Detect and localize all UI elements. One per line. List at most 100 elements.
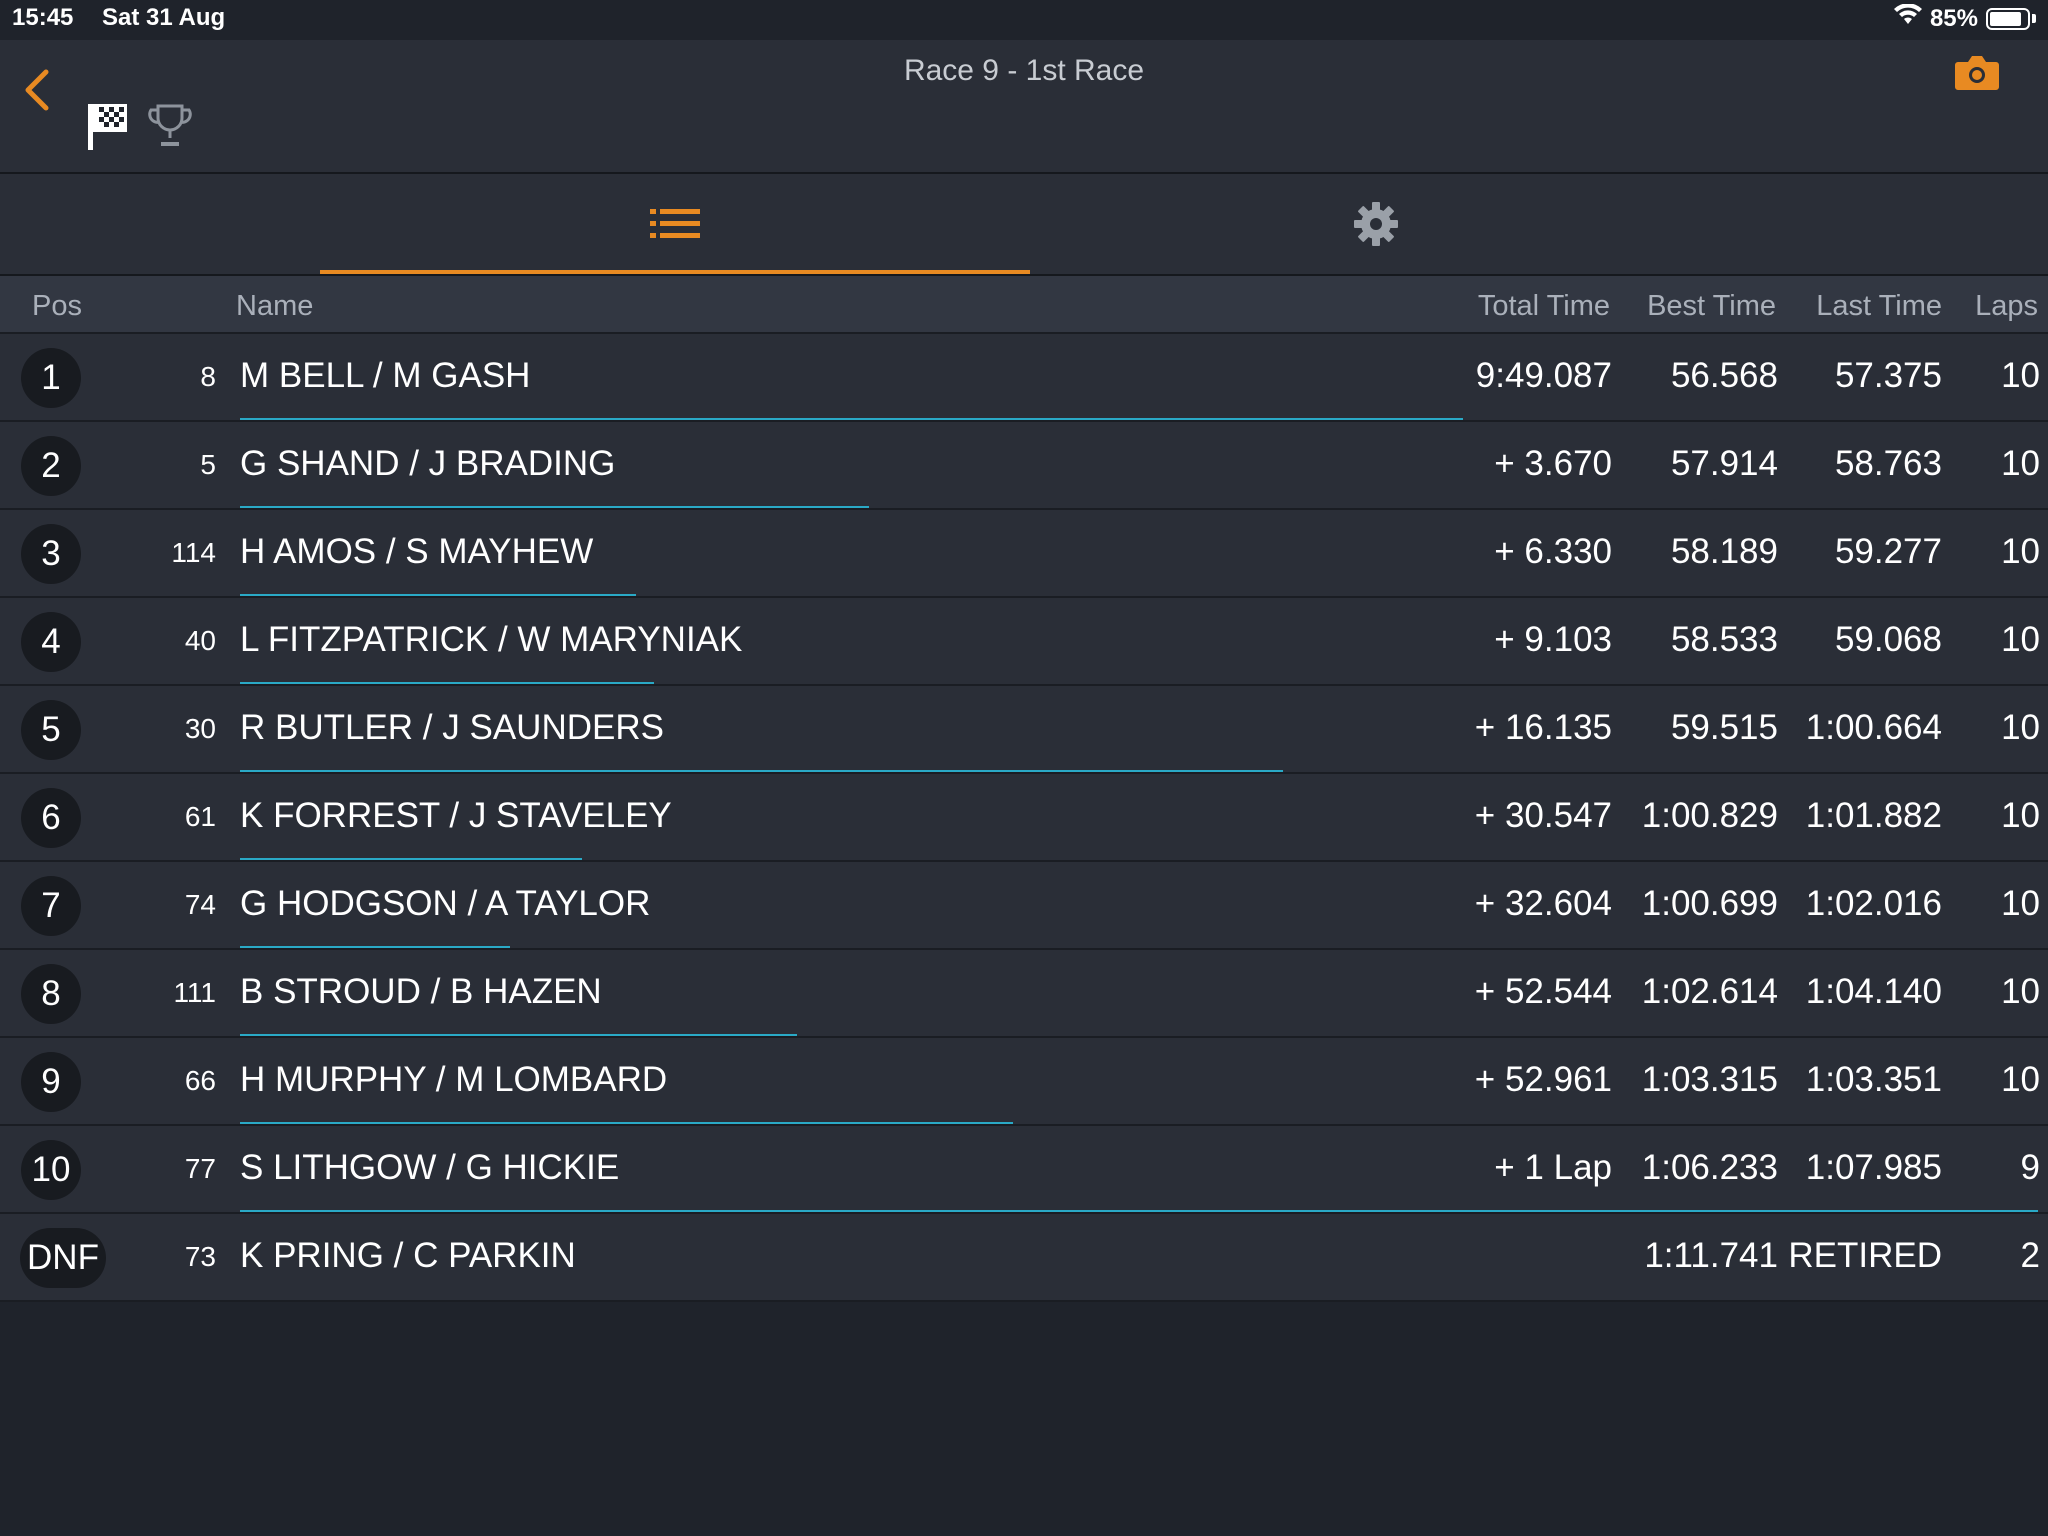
result-row[interactable]: 1 8 M BELL / M GASH 9:49.087 56.568 57.3… [0, 334, 2048, 422]
tab-results-list[interactable] [320, 174, 1030, 274]
total-time: + 52.961 [1474, 1060, 1612, 1099]
total-time: + 3.670 [1494, 444, 1612, 483]
position-badge: 5 [21, 700, 81, 760]
car-number: 61 [184, 801, 216, 832]
laps: 9 [2020, 1148, 2040, 1187]
progress-bar [240, 418, 1463, 420]
best-time: 1:00.829 [1641, 796, 1778, 835]
progress-bar [240, 1210, 2038, 1212]
tab-bar [0, 174, 2048, 276]
car-number: 77 [184, 1153, 216, 1184]
result-row[interactable]: 3 114 H AMOS / S MAYHEW + 6.330 58.189 5… [0, 510, 2048, 598]
page-title: Race 9 - 1st Race [903, 54, 1145, 87]
column-header-best-time[interactable]: Best Time [1647, 290, 1776, 323]
result-row[interactable]: 6 61 K FORREST / J STAVELEY + 30.547 1:0… [0, 774, 2048, 862]
column-header-laps[interactable]: Laps [1975, 290, 2038, 323]
car-number: 30 [184, 713, 216, 744]
total-time: + 1 Lap [1494, 1148, 1612, 1187]
position-badge: 7 [21, 876, 81, 936]
camera-button[interactable] [1954, 52, 2000, 92]
results-table: 1 8 M BELL / M GASH 9:49.087 56.568 57.3… [0, 334, 2048, 1302]
position-badge: 8 [21, 964, 81, 1024]
position-badge: 1 [21, 348, 81, 408]
laps: 10 [2001, 972, 2040, 1011]
progress-bar [240, 770, 1283, 772]
laps: 10 [2001, 620, 2040, 659]
column-header-name[interactable]: Name [236, 290, 313, 323]
result-row[interactable]: 10 77 S LITHGOW / G HICKIE + 1 Lap 1:06.… [0, 1126, 2048, 1214]
last-time: 1:07.985 [1805, 1148, 1942, 1187]
total-time: + 16.135 [1474, 708, 1612, 747]
car-number: 5 [200, 449, 216, 480]
last-time: 57.375 [1834, 356, 1942, 395]
position-badge: 2 [21, 436, 81, 496]
result-row[interactable]: 8 111 B STROUD / B HAZEN + 52.544 1:02.6… [0, 950, 2048, 1038]
laps: 10 [2001, 708, 2040, 747]
tab-settings[interactable] [1024, 174, 1728, 274]
battery-percent: 85% [1929, 4, 1978, 32]
laps: 10 [2001, 532, 2040, 571]
driver-names: M BELL / M GASH [240, 356, 531, 395]
total-time: + 6.330 [1494, 532, 1612, 571]
car-number: 73 [184, 1241, 216, 1272]
progress-bar [240, 858, 582, 860]
wifi-icon [1893, 3, 1922, 33]
position-badge: 9 [21, 1052, 81, 1112]
car-number: 8 [200, 361, 216, 392]
position-badge: 4 [21, 612, 81, 672]
battery-icon [1986, 7, 2030, 30]
driver-names: H AMOS / S MAYHEW [240, 532, 594, 571]
best-time: 56.568 [1670, 356, 1778, 395]
result-row[interactable]: 2 5 G SHAND / J BRADING + 3.670 57.914 5… [0, 422, 2048, 510]
driver-names: K FORREST / J STAVELEY [240, 796, 672, 835]
best-time: 1:02.614 [1641, 972, 1778, 1011]
driver-names: B STROUD / B HAZEN [240, 972, 602, 1011]
result-row[interactable]: 5 30 R BUTLER / J SAUNDERS + 16.135 59.5… [0, 686, 2048, 774]
battery-tip [2032, 14, 2036, 23]
driver-names: R BUTLER / J SAUNDERS [240, 708, 664, 747]
progress-bar [240, 1034, 797, 1036]
driver-names: K PRING / C PARKIN [240, 1236, 576, 1275]
laps: 2 [2020, 1236, 2040, 1275]
best-time: 58.189 [1670, 532, 1778, 571]
result-row[interactable]: 7 74 G HODGSON / A TAYLOR + 32.604 1:00.… [0, 862, 2048, 950]
progress-bar [240, 506, 869, 508]
column-header-pos[interactable]: Pos [32, 290, 82, 323]
driver-names: G HODGSON / A TAYLOR [240, 884, 651, 923]
nav-header: Race 9 - 1st Race [0, 40, 2048, 174]
laps: 10 [2001, 884, 2040, 923]
column-header-total-time[interactable]: Total Time [1478, 290, 1610, 323]
total-time: + 52.544 [1474, 972, 1612, 1011]
car-number: 40 [184, 625, 216, 656]
column-header-last-time[interactable]: Last Time [1816, 290, 1942, 323]
progress-bar [240, 682, 654, 684]
total-time: + 32.604 [1474, 884, 1612, 923]
last-time: 1:02.016 [1805, 884, 1942, 923]
laps: 10 [2001, 356, 2040, 395]
laps: 10 [2001, 444, 2040, 483]
progress-bar [240, 594, 636, 596]
last-time: RETIRED [1788, 1236, 1942, 1275]
status-indicators: 85% [1893, 3, 2036, 33]
result-row[interactable]: DNF 73 K PRING / C PARKIN 1:11.741 RETIR… [0, 1214, 2048, 1302]
result-row[interactable]: 9 66 H MURPHY / M LOMBARD + 52.961 1:03.… [0, 1038, 2048, 1126]
position-badge: DNF [20, 1228, 106, 1288]
best-time: 1:06.233 [1641, 1148, 1778, 1187]
status-date: Sat 31 Aug [102, 4, 226, 31]
total-time: 9:49.087 [1475, 356, 1612, 395]
progress-bar [240, 1122, 1013, 1124]
position-badge: 3 [21, 524, 81, 584]
status-bar: 15:45 Sat 31 Aug 85% [0, 0, 2048, 40]
result-row[interactable]: 4 40 L FITZPATRICK / W MARYNIAK + 9.103 … [0, 598, 2048, 686]
results-table-header: Pos Name Total Time Best Time Last Time … [0, 276, 2048, 334]
best-time: 57.914 [1670, 444, 1778, 483]
position-badge: 10 [21, 1140, 81, 1200]
best-time: 58.533 [1670, 620, 1778, 659]
status-time: 15:45 [12, 4, 74, 31]
last-time: 59.277 [1834, 532, 1942, 571]
car-number: 114 [171, 537, 216, 568]
total-time: + 30.547 [1474, 796, 1612, 835]
trophy-icon[interactable] [148, 102, 192, 153]
checkered-flag-icon[interactable] [86, 100, 132, 157]
last-time: 1:03.351 [1805, 1060, 1942, 1099]
